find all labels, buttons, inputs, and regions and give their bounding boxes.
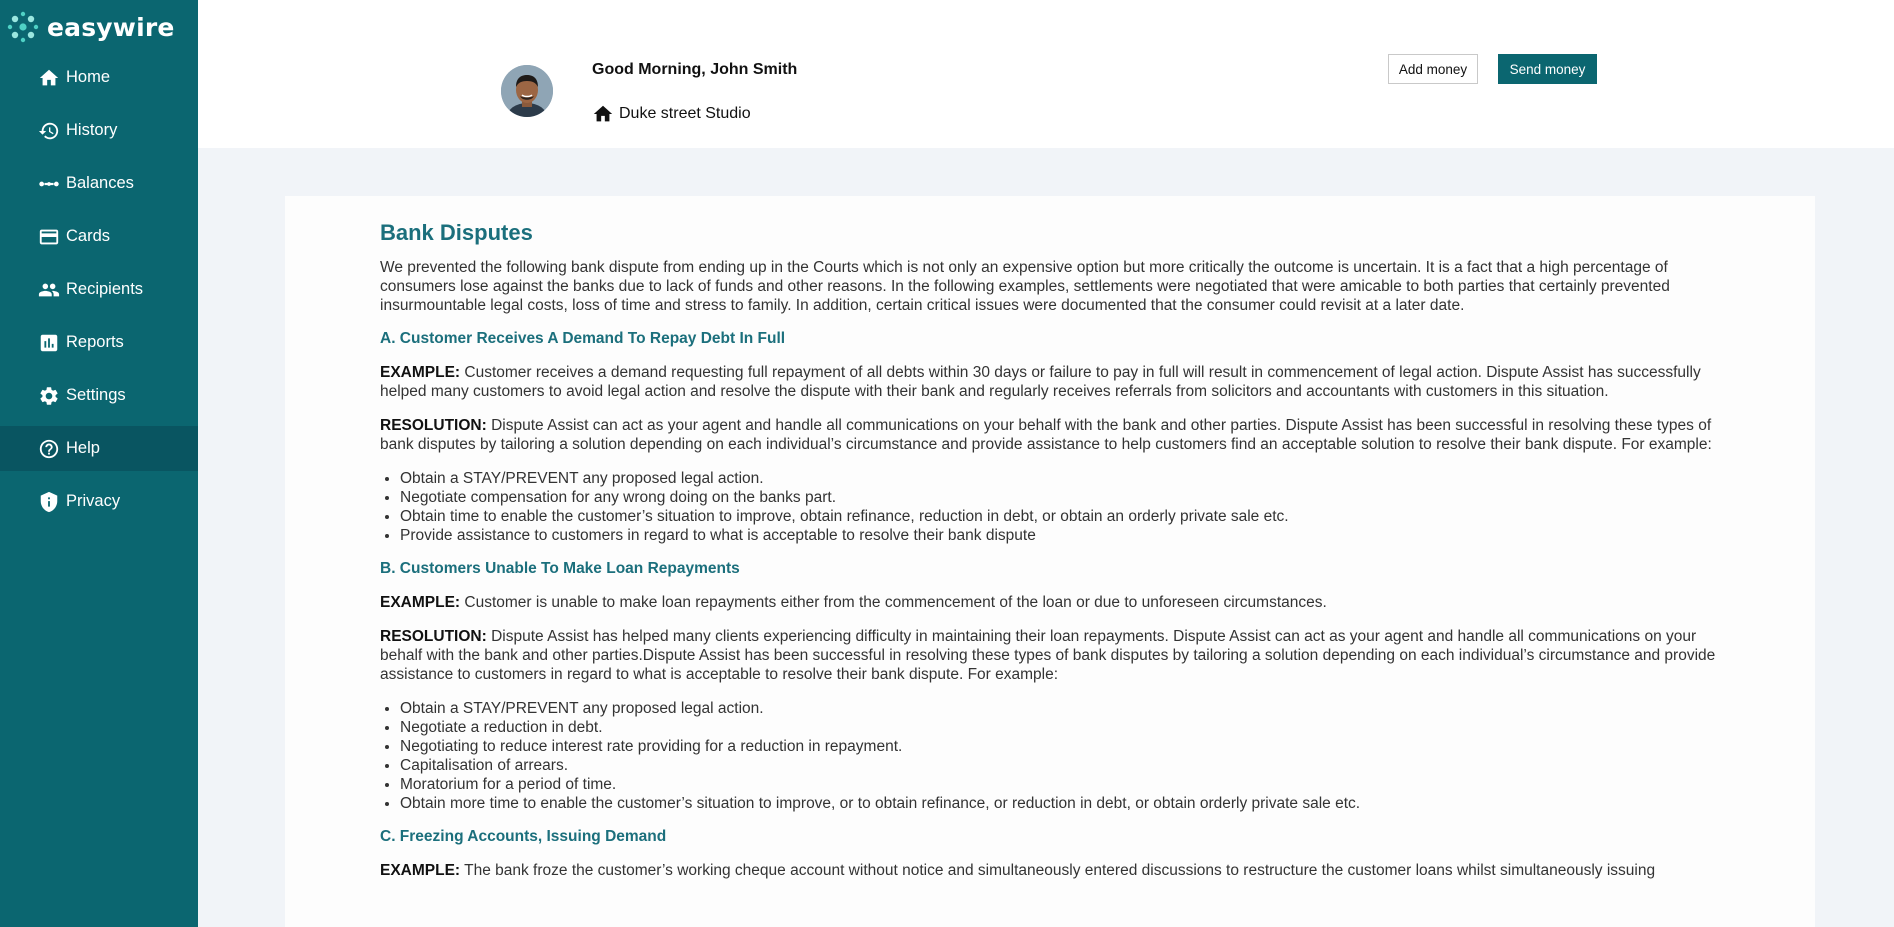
example-text: The bank froze the customer’s working ch…: [464, 862, 1656, 879]
sidebar-item-balances[interactable]: Balances: [0, 161, 198, 206]
sidebar-item-history[interactable]: History: [0, 108, 198, 153]
sidebar-item-home[interactable]: Home: [0, 55, 198, 100]
sidebar-item-label: Help: [66, 439, 100, 457]
section-b-resolution: RESOLUTION: Dispute Assist has helped ma…: [380, 627, 1720, 684]
card-icon: [38, 226, 60, 248]
sidebar-item-label: Cards: [66, 227, 111, 245]
sidebar-item-label: History: [66, 121, 118, 139]
section-a-example: EXAMPLE: Customer receives a demand requ…: [380, 363, 1720, 401]
sidebar-item-settings[interactable]: Settings: [0, 373, 198, 418]
resolution-label: RESOLUTION:: [380, 417, 487, 434]
section-b-example: EXAMPLE: Customer is unable to make loan…: [380, 593, 1720, 612]
location-label: Duke street Studio: [619, 105, 751, 122]
easywire-logo-icon: [6, 10, 40, 44]
sidebar-item-label: Privacy: [66, 492, 121, 510]
sidebar-nav: Home History Balances Cards Recipients R…: [0, 55, 198, 532]
resolution-text: Dispute Assist has helped many clients e…: [380, 628, 1716, 683]
list-item: Negotiate a reduction in debt.: [400, 718, 1720, 737]
recipients-icon: [38, 279, 60, 301]
brand[interactable]: easywire: [6, 10, 175, 44]
section-a-bullets: Obtain a STAY/PREVENT any proposed legal…: [400, 469, 1720, 545]
help-icon: [38, 438, 60, 460]
list-item: Obtain a STAY/PREVENT any proposed legal…: [400, 469, 1720, 488]
location: Duke street Studio: [592, 103, 751, 125]
section-a-resolution: RESOLUTION: Dispute Assist can act as yo…: [380, 416, 1720, 454]
home-icon: [593, 105, 613, 122]
example-text: Customer receives a demand requesting fu…: [380, 364, 1701, 400]
sidebar-item-reports[interactable]: Reports: [0, 320, 198, 365]
page-title: Bank Disputes: [380, 220, 533, 245]
list-item: Obtain time to enable the customer’s sit…: [400, 507, 1720, 526]
example-text: Customer is unable to make loan repaymen…: [464, 594, 1327, 611]
sidebar-item-cards[interactable]: Cards: [0, 214, 198, 259]
balances-icon: [38, 173, 60, 195]
sidebar-item-label: Home: [66, 68, 111, 86]
section-a-title: A. Customer Receives A Demand To Repay D…: [380, 330, 786, 347]
greeting: Good Morning, John Smith: [592, 61, 798, 78]
article: Bank Disputes We prevented the following…: [380, 220, 1720, 895]
brand-name: easywire: [47, 12, 175, 42]
list-item: Provide assistance to customers in regar…: [400, 526, 1720, 545]
add-money-button[interactable]: Add money: [1388, 54, 1478, 84]
list-item: Moratorium for a period of time.: [400, 775, 1720, 794]
sidebar: easywire Home History Balances Cards Rec…: [0, 0, 198, 927]
section-c-title: C. Freezing Accounts, Issuing Demand: [380, 828, 667, 845]
list-item: Negotiating to reduce interest rate prov…: [400, 737, 1720, 756]
list-item: Obtain a STAY/PREVENT any proposed legal…: [400, 699, 1720, 718]
content-card: Bank Disputes We prevented the following…: [285, 196, 1815, 927]
reports-icon: [38, 332, 60, 354]
send-money-button[interactable]: Send money: [1498, 54, 1597, 84]
resolution-label: RESOLUTION:: [380, 628, 487, 645]
sidebar-item-label: Balances: [66, 174, 134, 192]
section-c-example: EXAMPLE: The bank froze the customer’s w…: [380, 861, 1720, 880]
sidebar-item-recipients[interactable]: Recipients: [0, 267, 198, 312]
section-b-title: B. Customers Unable To Make Loan Repayme…: [380, 560, 740, 577]
sidebar-item-label: Settings: [66, 386, 126, 404]
intro-paragraph: We prevented the following bank dispute …: [380, 259, 1670, 314]
sidebar-item-label: Reports: [66, 333, 124, 351]
example-label: EXAMPLE:: [380, 862, 461, 879]
resolution-text: Dispute Assist can act as your agent and…: [380, 417, 1712, 453]
top-header: Good Morning, John Smith Duke street Stu…: [198, 0, 1894, 148]
list-item: Obtain more time to enable the customer’…: [400, 794, 1720, 813]
sidebar-item-help[interactable]: Help: [0, 426, 198, 471]
list-item: Negotiate compensation for any wrong doi…: [400, 488, 1720, 507]
list-item: Capitalisation of arrears.: [400, 756, 1720, 775]
shield-icon: [38, 491, 60, 513]
home-icon: [38, 67, 60, 89]
sidebar-item-privacy[interactable]: Privacy: [0, 479, 198, 524]
history-icon: [38, 120, 60, 142]
sidebar-item-label: Recipients: [66, 280, 144, 298]
avatar[interactable]: [501, 65, 553, 117]
gear-icon: [38, 385, 60, 407]
section-b-bullets: Obtain a STAY/PREVENT any proposed legal…: [400, 699, 1720, 813]
example-label: EXAMPLE:: [380, 594, 461, 611]
example-label: EXAMPLE:: [380, 364, 461, 381]
